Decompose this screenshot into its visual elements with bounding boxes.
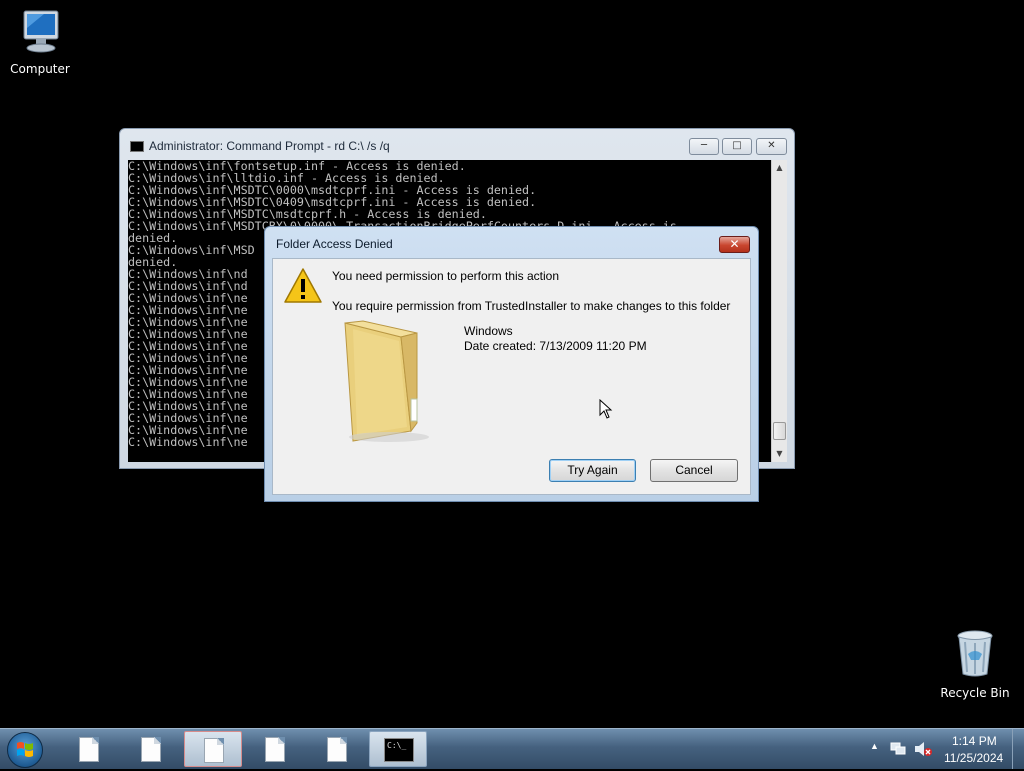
taskbar-item-document-2[interactable]: [122, 731, 180, 767]
scroll-thumb[interactable]: [773, 422, 786, 440]
recycle-bin-desktop-icon[interactable]: Recycle Bin: [935, 628, 1015, 700]
cmd-window-title: Administrator: Command Prompt - rd C:\ /…: [149, 139, 390, 153]
network-icon[interactable]: [889, 740, 907, 758]
taskbar-item-command-prompt[interactable]: C:\_: [369, 731, 427, 767]
document-icon: [265, 737, 285, 762]
computer-icon: [23, 10, 59, 53]
folder-name: Windows: [464, 324, 513, 338]
document-icon: [141, 737, 161, 762]
taskbar-item-document-1[interactable]: [60, 731, 118, 767]
dialog-title: Folder Access Denied: [276, 237, 393, 251]
mouse-cursor-icon: [599, 399, 613, 419]
taskbar: C:\_ ▲ 1:14 PM 11/25/2024: [0, 728, 1024, 769]
show-desktop-button[interactable]: [1012, 729, 1024, 769]
minimize-button[interactable]: ─: [689, 138, 719, 155]
maximize-button[interactable]: □: [722, 138, 752, 155]
taskbar-item-document-4[interactable]: [246, 731, 304, 767]
recycle-bin-label: Recycle Bin: [940, 686, 1010, 700]
dialog-body: You need permission to perform this acti…: [272, 258, 751, 495]
cmd-close-button[interactable]: ✕: [756, 138, 787, 155]
document-icon: [79, 737, 99, 762]
taskbar-item-document-3[interactable]: [184, 731, 242, 767]
clock-time[interactable]: 1:14 PM: [952, 734, 997, 748]
try-again-button[interactable]: Try Again: [549, 459, 636, 482]
command-prompt-icon: [130, 141, 144, 152]
folder-access-denied-dialog[interactable]: Folder Access Denied ✕ You need permissi…: [264, 226, 759, 502]
command-prompt-taskbar-icon: C:\_: [384, 738, 414, 762]
clock-date[interactable]: 11/25/2024: [944, 751, 1003, 765]
computer-desktop-icon[interactable]: Computer: [0, 8, 80, 76]
windows-logo-icon: [17, 742, 33, 757]
dialog-message: You require permission from TrustedInsta…: [332, 299, 731, 313]
cancel-button[interactable]: Cancel: [650, 459, 738, 482]
document-icon: [204, 738, 224, 763]
show-hidden-icons-button[interactable]: ▲: [870, 741, 879, 751]
taskbar-item-document-5[interactable]: [308, 731, 366, 767]
warning-icon: [284, 268, 322, 303]
console-scrollbar[interactable]: ▲ ▼: [771, 160, 787, 462]
cmd-icon-text: C:\_: [387, 741, 407, 750]
start-button[interactable]: [7, 732, 43, 768]
recycle-bin-icon: [957, 630, 993, 677]
dialog-heading: You need permission to perform this acti…: [332, 269, 560, 283]
computer-label: Computer: [10, 62, 70, 76]
folder-date-created: Date created: 7/13/2009 11:20 PM: [464, 339, 647, 353]
dialog-close-button[interactable]: ✕: [719, 236, 750, 253]
document-icon: [327, 737, 347, 762]
volume-muted-icon[interactable]: [913, 740, 933, 758]
folder-icon: [344, 320, 429, 442]
scroll-up-arrow-icon[interactable]: ▲: [772, 160, 787, 176]
scroll-down-arrow-icon[interactable]: ▼: [772, 446, 787, 462]
